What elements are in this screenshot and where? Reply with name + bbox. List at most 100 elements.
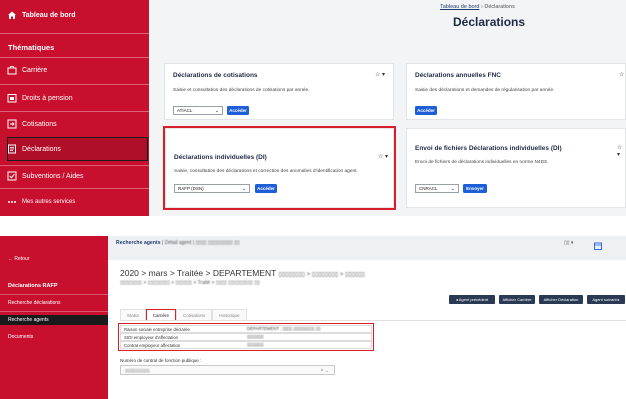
card-description: Saisie et consultation des déclarations … [173, 88, 310, 93]
access-button[interactable]: Accéder [415, 106, 437, 115]
favorite-star-icon[interactable]: ☆ [619, 71, 624, 78]
sidebar-item-label: Déclarations [22, 145, 61, 153]
breadcrumb-current: Déclarations [484, 4, 515, 10]
sidebar-item-label: Subventions / Aides [22, 172, 84, 180]
clear-icon[interactable]: × ⌄ [321, 368, 330, 374]
sidebar-item-droits[interactable]: Droits à pension [0, 92, 149, 104]
tab-divider [120, 320, 626, 321]
sidebar-divider [0, 188, 149, 189]
briefcase-icon [7, 65, 17, 75]
topbar-link[interactable]: Recherche agents [116, 240, 161, 246]
tab-statut[interactable]: Statut [120, 309, 146, 320]
sidebar-divider [0, 165, 149, 166]
card-title: Déclarations annuelles FNC [415, 72, 501, 79]
sidebar-divider [0, 294, 108, 295]
card-description: Envoi de fichiers de déclarations indivi… [415, 160, 549, 165]
card-title: Envoi de fichiers Déclarations individue… [415, 145, 562, 152]
sidebar-divider [0, 84, 149, 85]
row-key: Raison sociale entreprise déclarée [124, 326, 190, 332]
row-key: SIOI employeur d'affectation [124, 334, 179, 340]
sidebar-item-dashboard[interactable]: Tableau de bord [0, 9, 149, 21]
top-bar: Recherche agents | Détail agent | ▯▯▯▯ ▯… [108, 236, 626, 260]
tab-carriere[interactable]: Carrière [145, 309, 177, 320]
highlight-box [163, 126, 396, 210]
settings-dropdown[interactable]: ▯▯ ▾ [564, 240, 573, 246]
row-value: DEPARTEMENT : ▯▯▯▯ ▯▯▯▯▯▯▯▯▯ ▯▯ [247, 326, 321, 331]
sidebar-item-recherche-agents[interactable]: Recherche agents [8, 317, 49, 323]
tab-bar: Statut Carrière Cotisations Historique [120, 309, 247, 320]
card-description: Saisie des déclarations et demandes de r… [415, 88, 555, 93]
dots-icon [7, 197, 17, 207]
agent-name-redacted: Détail agent | ▯▯▯▯ ▯▯▯▯▯▯▯▯▯ ▯▯ [164, 240, 240, 246]
agent-detail-page: ← Retour Déclarations RAFP Recherche déc… [0, 236, 626, 399]
sidebar-rafp: ← Retour Déclarations RAFP Recherche déc… [0, 236, 108, 399]
row-value: ▯▯▯▯▯▯▯ [247, 334, 264, 339]
calendar-icon [7, 93, 17, 103]
screenshot-root: Tableau de bord Thématiques Carrière Dro… [0, 0, 626, 399]
table-row: SIOI employeur d'affectation ▯▯▯▯▯▯▯ [120, 333, 372, 341]
sidebar-item-label: Droits à pension [22, 94, 73, 102]
sidebar-item-declarations[interactable]: Déclarations [0, 143, 149, 155]
sidebar-item-label: Carrière [22, 66, 48, 74]
breadcrumb-separator: › [480, 4, 483, 10]
back-label: Retour [14, 256, 30, 262]
declarations-page: Tableau de bord Thématiques Carrière Dro… [0, 0, 626, 216]
sidebar-item-cotisations[interactable]: Cotisations [0, 118, 149, 130]
select-value: ATIACL [177, 108, 193, 113]
page-title: Déclarations [453, 15, 526, 29]
chevron-down-icon: ⌄ [450, 186, 455, 192]
sidebar-divider [0, 111, 149, 112]
back-link[interactable]: ← Retour [8, 256, 29, 262]
page-heading: 2020 > mars > Traitée > DEPARTEMENT ▯▯▯▯… [120, 268, 365, 278]
card-declarations-cotisations: Déclarations de cotisations ☆ ▾ Saisie e… [164, 63, 394, 120]
document-icon [7, 144, 17, 154]
chevron-down-icon: ⌄ [214, 108, 219, 114]
page-subheading: ▯▯▯▯▯▯▯▯ > ▯▯▯▯▯▯▯▯ > ▯▯▯▯▯▯ > Traité > … [120, 280, 260, 286]
favorite-star-icon[interactable]: ☆ ▾ [375, 71, 385, 78]
sidebar-title: Déclarations RAFP [8, 283, 58, 289]
topbar-breadcrumb: Recherche agents | Détail agent | ▯▯▯▯ ▯… [116, 240, 240, 246]
home-icon [7, 10, 17, 20]
row-value: ▯▯▯▯▯▯▯ [247, 342, 264, 347]
year-select[interactable]: ATIACL ⌄ [173, 106, 223, 115]
tab-historique[interactable]: Historique [212, 309, 247, 320]
tab-cotisations[interactable]: Cotisations [176, 309, 213, 320]
sidebar-item-autres[interactable]: Mes autres services [0, 196, 149, 208]
show-declaration-button[interactable]: Afficher Déclaration [539, 295, 583, 304]
sidebar-divider [0, 57, 149, 58]
sidebar: Tableau de bord Thématiques Carrière Dro… [0, 0, 149, 216]
card-envoi-fichiers: Envoi de fichiers Déclarations individue… [406, 128, 626, 208]
breadcrumb-home-link[interactable]: Tableau de bord [440, 4, 479, 10]
sidebar-section-title: Thématiques [8, 43, 55, 52]
table-row: Raison sociale entreprise déclarée DEPART… [120, 325, 372, 333]
heading-text: 2020 > mars > Traitée > DEPARTEMENT [120, 268, 277, 278]
favorite-star-icon[interactable]: ☆ ▾ [617, 144, 625, 158]
sidebar-item-subventions[interactable]: Subventions / Aides [0, 170, 149, 182]
send-button[interactable]: Envoyer [463, 184, 487, 193]
show-career-button[interactable]: Afficher Carrière [499, 295, 535, 304]
sidebar-item-label: Cotisations [22, 120, 57, 128]
sidebar-item-documents[interactable]: Documents [8, 334, 33, 340]
main-content: Recherche agents | Détail agent | ▯▯▯▯ ▯… [108, 236, 626, 399]
sidebar-item-carriere[interactable]: Carrière [0, 64, 149, 76]
card-declarations-fnc: Déclarations annuelles FNC ☆ Saisie des … [406, 63, 626, 120]
breadcrumb: Tableau de bord › Déclarations [440, 4, 515, 10]
sidebar-item-recherche-declarations[interactable]: Recherche déclarations [8, 300, 61, 306]
calendar-icon[interactable] [593, 238, 603, 250]
previous-agent-button[interactable]: ◂ Agent précédent [449, 295, 495, 304]
table-row: Contrat employeur affectation ▯▯▯▯▯▯▯ [120, 341, 372, 349]
contract-select[interactable]: ▯▯▯▯▯▯▯▯▯▯ × ⌄ [120, 365, 335, 375]
sidebar-divider [0, 311, 108, 312]
access-button[interactable]: Accéder [227, 106, 249, 115]
select-value: ▯▯▯▯▯▯▯▯▯▯ [125, 368, 150, 373]
select-value: CNRACL [419, 186, 438, 191]
row-key: Contrat employeur affectation [124, 342, 181, 348]
sidebar-divider [0, 33, 149, 34]
arrow-in-icon [7, 119, 17, 129]
check-square-icon [7, 171, 17, 181]
next-agent-button[interactable]: Agent suivant ▸ [587, 295, 625, 304]
contract-field-label: Numéro de contrat de fonction publique : [120, 358, 202, 363]
card-title: Déclarations de cotisations [173, 72, 258, 79]
heading-redacted: ▯▯▯▯▯▯▯▯ > ▯▯▯▯▯▯▯▯ > ▯▯▯▯▯▯ [278, 272, 365, 278]
fund-select[interactable]: CNRACL ⌄ [415, 184, 459, 193]
